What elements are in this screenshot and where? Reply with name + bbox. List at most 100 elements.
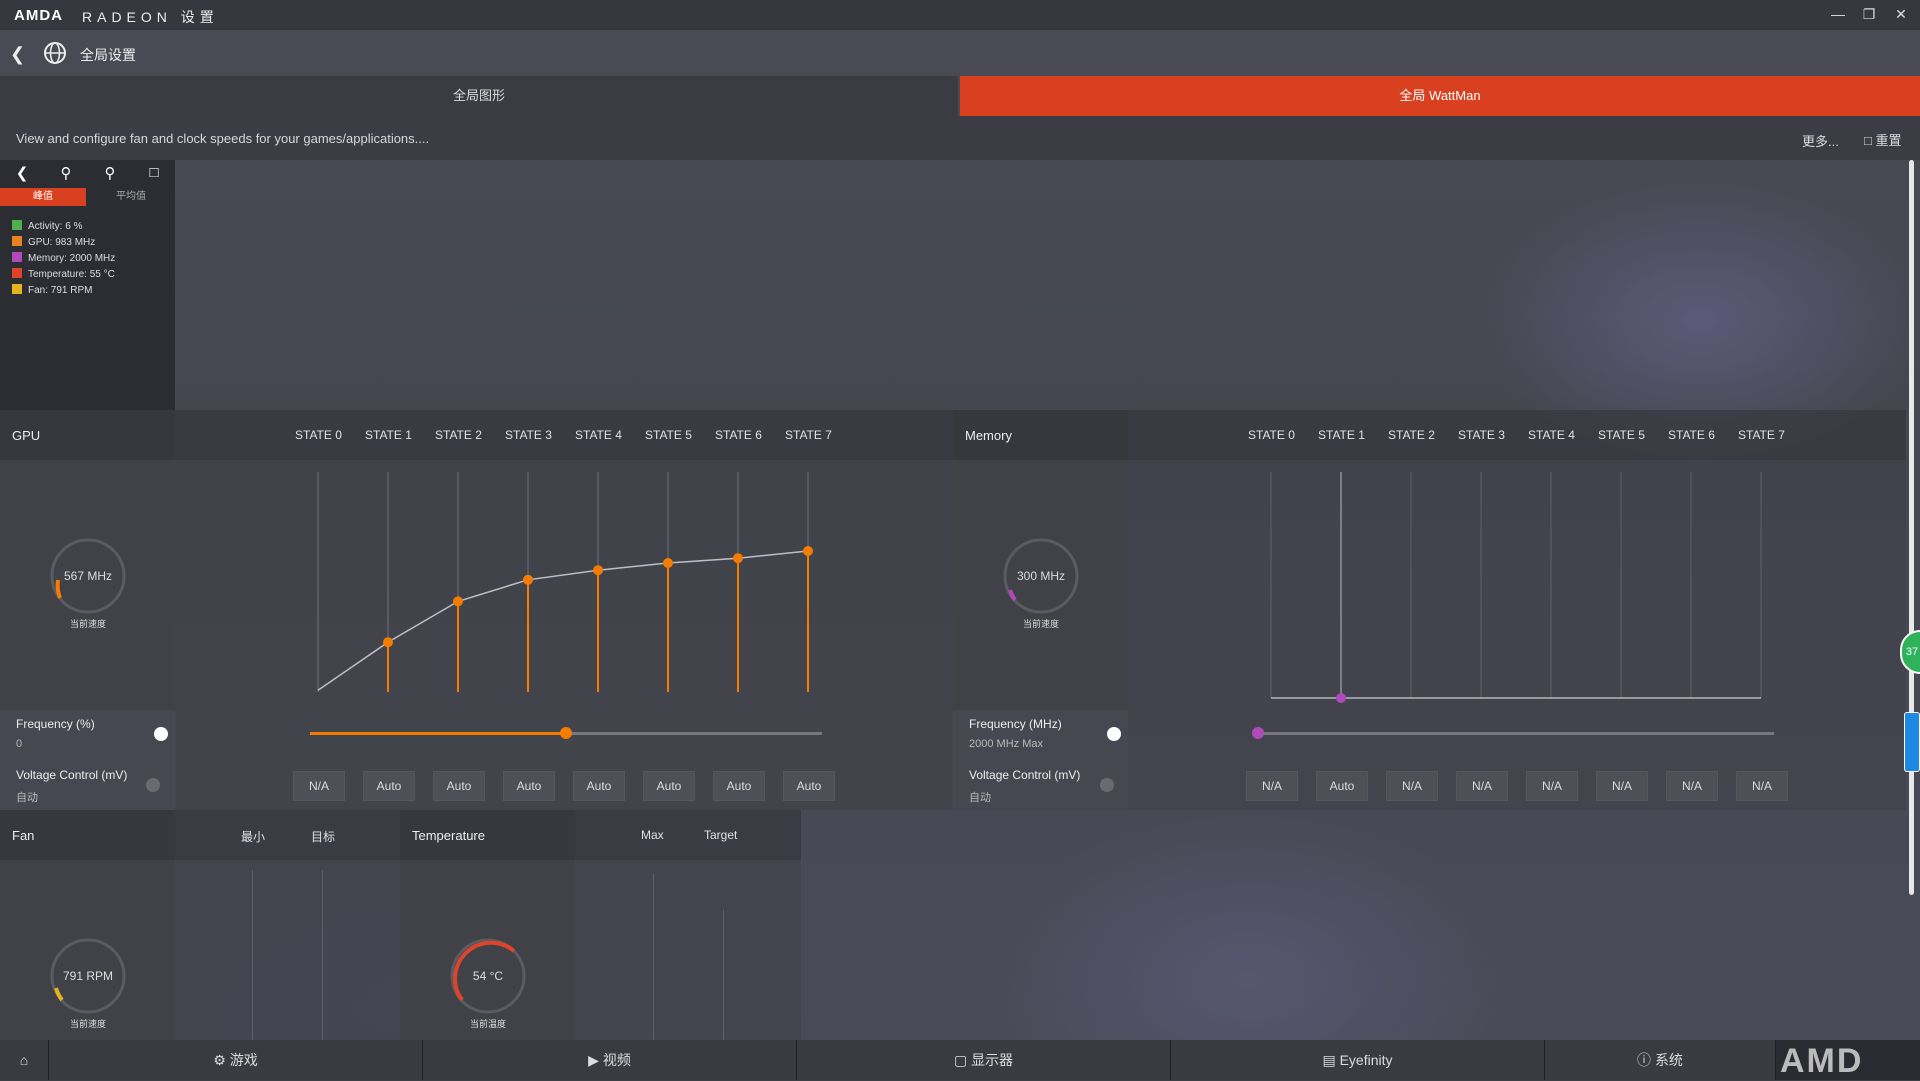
memory-voltage-state-3[interactable]: N/A — [1456, 771, 1508, 801]
info-icon: ⓘ — [1637, 1052, 1655, 1068]
taskbar-system[interactable]: ⓘ 系统 — [1545, 1040, 1776, 1080]
chevron-left-icon[interactable]: ❮ — [2, 164, 42, 184]
legend-label: Fan: 791 RPM — [28, 285, 93, 296]
memory-voltage-state-1[interactable]: Auto — [1316, 771, 1368, 801]
close-icon[interactable]: ✕ — [1890, 6, 1912, 24]
memory-voltage-toggle[interactable] — [1100, 778, 1114, 792]
tab-average[interactable]: 平均值 — [88, 188, 174, 206]
memory-state-5: STATE 5 — [1598, 428, 1645, 442]
fan-col-target: 目标 — [311, 830, 336, 844]
legend-temperature[interactable]: Temperature: 55 °C — [12, 268, 115, 280]
bottom-taskbar: ⌂ ⚙ 游戏 ▶ 视频 ▢ 显示器 ▤ Eyefinity ⓘ 系统 AMD — [0, 1040, 1920, 1080]
side-gauge-icon[interactable] — [1904, 712, 1920, 772]
gpu-voltage-state-6[interactable]: Auto — [713, 771, 765, 801]
gpu-voltage-toggle[interactable] — [146, 778, 160, 792]
memory-voltage-state-5[interactable]: N/A — [1596, 771, 1648, 801]
zoom-in-icon[interactable]: ⚲ — [46, 164, 86, 184]
play-icon: ▶ — [588, 1052, 603, 1068]
title-bar: AMDA RADEON 设置 — ❐ ✕ — [0, 0, 1920, 30]
slider-handle[interactable] — [560, 727, 572, 739]
memory-state-curve[interactable] — [1128, 460, 1906, 710]
gpu-state-point[interactable] — [733, 553, 743, 564]
taskbar-display[interactable]: ▢ 显示器 — [797, 1040, 1171, 1080]
tab-global-graphics[interactable]: 全局图形 — [0, 76, 958, 116]
gpu-state-2: STATE 2 — [435, 428, 482, 442]
gpu-voltage-state-1[interactable]: Auto — [363, 771, 415, 801]
memory-voltage-state-7[interactable]: N/A — [1736, 771, 1788, 801]
memory-gauge-value: 300 MHz — [1016, 569, 1066, 583]
taskbar-video[interactable]: ▶ 视频 — [423, 1040, 797, 1080]
memory-state-point[interactable] — [1336, 693, 1346, 703]
fan-col-min: 最小 — [241, 830, 266, 844]
memory-state-1: STATE 1 — [1318, 428, 1365, 442]
memory-voltage-state-6[interactable]: N/A — [1666, 771, 1718, 801]
tab-global-wattman[interactable]: 全局 WattMan — [960, 76, 1920, 116]
taskbar-eyefinity[interactable]: ▤ Eyefinity — [1171, 1040, 1545, 1080]
memory-voltage-state-0[interactable]: N/A — [1246, 771, 1298, 801]
memory-voltage-label: Voltage Control (mV) — [969, 768, 1081, 782]
gpu-voltage-state-3[interactable]: Auto — [503, 771, 555, 801]
gpu-state-point[interactable] — [383, 637, 393, 648]
back-arrow-icon[interactable]: ❮ — [10, 44, 25, 65]
memory-frequency-toggle[interactable] — [1107, 727, 1121, 741]
gpu-voltage-state-2[interactable]: Auto — [433, 771, 485, 801]
memory-state-0: STATE 0 — [1248, 428, 1295, 442]
gpu-state-6: STATE 6 — [715, 428, 762, 442]
gpu-state-point[interactable] — [593, 565, 603, 576]
gpu-state-3: STATE 3 — [505, 428, 552, 442]
reset-label: 重置 — [1875, 133, 1902, 148]
amd-logo: AMDA — [14, 7, 63, 24]
memory-gauge-label: 当前速度 — [1022, 619, 1059, 629]
memory-voltage-state-2[interactable]: N/A — [1386, 771, 1438, 801]
legend-label: Temperature: 55 °C — [28, 269, 115, 280]
legend-gpu[interactable]: GPU: 983 MHz — [12, 236, 95, 248]
home-icon[interactable]: ⌂ — [0, 1040, 49, 1080]
memory-header: Memory — [953, 410, 1128, 460]
taskbar-display-label: 显示器 — [971, 1052, 1014, 1068]
fan-header: Fan — [0, 810, 175, 860]
gpu-state-1: STATE 1 — [365, 428, 412, 442]
gpu-voltage-state-7[interactable]: Auto — [783, 771, 835, 801]
legend-memory[interactable]: Memory: 2000 MHz — [12, 252, 115, 264]
memory-frequency-label: Frequency (MHz) — [969, 717, 1062, 731]
gpu-frequency-slider[interactable] — [310, 727, 822, 739]
temperature-gauge-value: 54 °C — [472, 969, 504, 983]
taskbar-games[interactable]: ⚙ 游戏 — [49, 1040, 423, 1080]
gpu-state-point[interactable] — [663, 558, 673, 568]
legend-swatch — [12, 252, 22, 262]
memory-voltage-state-4[interactable]: N/A — [1526, 771, 1578, 801]
tab-peak[interactable]: 峰值 — [0, 188, 86, 206]
expand-icon[interactable]: □ — [134, 164, 174, 184]
memory-state-7: STATE 7 — [1738, 428, 1785, 442]
vertical-scrollbar[interactable] — [1909, 160, 1914, 895]
more-link[interactable]: 更多... — [1802, 131, 1839, 150]
memory-state-4: STATE 4 — [1528, 428, 1575, 442]
gpu-state-point[interactable] — [453, 596, 463, 607]
gpu-voltage-state-5[interactable]: Auto — [643, 771, 695, 801]
slider-handle[interactable] — [1252, 727, 1264, 739]
temperature-col-max: Max — [641, 828, 664, 842]
legend-fan[interactable]: Fan: 791 RPM — [12, 284, 92, 296]
gpu-voltage-state-4[interactable]: Auto — [573, 771, 625, 801]
temperature-max-line — [653, 874, 654, 1040]
gpu-state-point[interactable] — [803, 546, 813, 556]
minimize-icon[interactable]: — — [1827, 6, 1849, 24]
legend-label: Activity: 6 % — [28, 221, 83, 232]
eyefinity-icon: ▤ — [1322, 1052, 1340, 1068]
breadcrumb: 全局设置 — [80, 47, 136, 63]
zoom-out-icon[interactable]: ⚲ — [90, 164, 130, 184]
gpu-frequency-toggle[interactable] — [154, 727, 168, 741]
gpu-state-point[interactable] — [523, 574, 533, 585]
restore-icon[interactable]: ❐ — [1858, 6, 1880, 24]
monitor-icon: ▢ — [953, 1052, 972, 1068]
gpu-voltage-state-0[interactable]: N/A — [293, 771, 345, 801]
memory-state-2: STATE 2 — [1388, 428, 1435, 442]
gpu-title: GPU — [12, 428, 41, 443]
reset-button[interactable]: □ 重置 — [1864, 130, 1901, 149]
legend-activity[interactable]: Activity: 6 % — [12, 220, 82, 232]
legend-label: GPU: 983 MHz — [28, 237, 96, 248]
nav-row: ❮ 全局设置 — [0, 34, 1920, 74]
memory-frequency-slider[interactable] — [1252, 727, 1774, 739]
legend-swatch — [12, 220, 22, 230]
gpu-state-curve[interactable] — [175, 460, 953, 710]
